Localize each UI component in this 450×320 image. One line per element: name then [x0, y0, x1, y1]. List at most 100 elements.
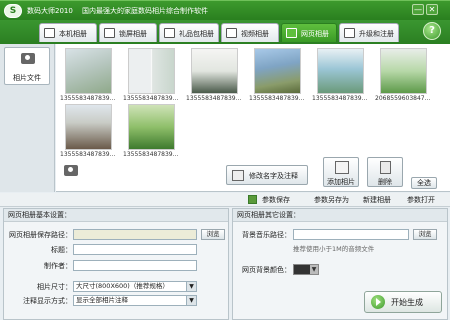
save-path-label: 网页相册保存路径： — [9, 231, 72, 239]
photo-caption: 1355583487839... — [312, 95, 368, 102]
app-title: 数码大师2010 — [27, 7, 73, 15]
save-params-button[interactable]: 参数保存 — [262, 195, 290, 205]
help-button[interactable]: ? — [423, 22, 441, 40]
author-field[interactable] — [73, 260, 197, 271]
new-album-button[interactable]: 新建相册 — [363, 195, 391, 205]
title-bar: S 数码大师2010 国内最强大的家庭数码相片综合制作软件 — ✕ — [0, 0, 450, 20]
comment-mode-label: 注释显示方式： — [23, 297, 72, 305]
app-logo-icon: S — [4, 4, 22, 18]
title-field[interactable] — [73, 244, 197, 255]
music-path-label: 背景音乐路径： — [242, 231, 291, 239]
photo-thumbnail[interactable]: 1355583487839... — [310, 46, 371, 104]
photo-gallery: 1355583487839... 1355583487839... 135558… — [56, 44, 450, 192]
play-icon — [371, 295, 385, 309]
basic-settings-panel: 网页相册基本设置： 网页相册保存路径： 浏览 标题： 制作者： 相片尺寸： 大尺… — [3, 208, 229, 320]
button-label: 删除 — [378, 178, 392, 186]
photo-image — [65, 104, 112, 150]
photo-thumbnail[interactable]: 1355583487839... — [121, 46, 182, 104]
tab-label: 礼品包相册 — [179, 30, 214, 38]
photo-caption: 1355583487839... — [249, 95, 305, 102]
edit-icon — [232, 170, 244, 181]
photo-image — [191, 48, 238, 94]
gift-icon — [164, 28, 175, 38]
panel-title: 网页相册其它设置： — [233, 209, 447, 222]
photo-image — [65, 48, 112, 94]
tab-label: 本机相册 — [59, 30, 87, 38]
camera-icon[interactable] — [64, 165, 78, 176]
save-path-field[interactable] — [73, 229, 197, 240]
film-icon — [226, 28, 237, 38]
photo-image — [380, 48, 427, 94]
edit-name-comment-button[interactable]: 修改名字及注释 — [226, 165, 308, 185]
button-label: 添加相片 — [327, 178, 355, 186]
music-hint: 推荐使用小于1M的音频文件 — [293, 245, 375, 253]
close-button[interactable]: ✕ — [426, 4, 438, 15]
web-icon — [286, 28, 297, 38]
photo-size-label: 相片尺寸： — [37, 283, 72, 291]
browse-save-path-button[interactable]: 浏览 — [201, 229, 225, 240]
camera-icon — [21, 53, 35, 64]
photo-caption: 1355583487839... — [60, 151, 116, 158]
tab-lockscreen-album[interactable]: 锁屏相册 — [99, 23, 157, 42]
select-all-button[interactable]: 全选 — [411, 177, 437, 189]
photo-caption: 1355583487839... — [186, 95, 242, 102]
tab-label: 视频相册 — [241, 30, 269, 38]
photo-thumbnail[interactable]: 1355583487839... — [58, 46, 119, 104]
photo-caption: 2068559603847... — [375, 95, 431, 102]
select-value: 大尺寸(800X600)（推荐规格） — [76, 282, 169, 290]
sidebar-item-label: 相片文件 — [13, 74, 41, 82]
start-generate-button[interactable]: 开始生成 — [364, 291, 442, 313]
photo-image — [128, 48, 175, 94]
monitor-icon — [44, 28, 55, 38]
sidebar: 相片文件 — [0, 44, 55, 192]
params-toolbar: 参数保存 参数另存为 新建相册 参数打开 — [0, 193, 450, 207]
globe-icon — [344, 28, 355, 38]
photo-thumbnail[interactable]: 1355583487839... — [247, 46, 308, 104]
save-params-as-button[interactable]: 参数另存为 — [314, 195, 349, 205]
photo-caption: 1355583487839... — [123, 95, 179, 102]
chevron-down-icon: ▼ — [310, 265, 318, 274]
photo-thumbnail[interactable]: 1355583487839... — [121, 102, 182, 160]
tab-upgrade-register[interactable]: 升级和注册 — [339, 23, 399, 42]
photo-image — [317, 48, 364, 94]
bg-color-label: 网页背景颜色： — [242, 266, 291, 274]
tab-label: 升级和注册 — [359, 30, 394, 38]
photo-thumbnail[interactable]: 1355583487839... — [184, 46, 245, 104]
browse-music-button[interactable]: 浏览 — [413, 229, 437, 240]
photo-caption: 1355583487839... — [123, 151, 179, 158]
tab-bar: 本机相册 锁屏相册 礼品包相册 视频相册 网页相册 升级和注册 ? — [0, 20, 450, 44]
tab-local-album[interactable]: 本机相册 — [39, 23, 97, 42]
photo-image — [128, 104, 175, 150]
photo-size-select[interactable]: 大尺寸(800X600)（推荐规格） ▼ — [73, 281, 197, 292]
add-photo-icon — [335, 161, 349, 174]
photo-caption: 1355583487839... — [60, 95, 116, 102]
delete-button[interactable]: 删除 — [367, 157, 403, 187]
panel-title: 网页相册基本设置： — [4, 209, 228, 222]
chevron-down-icon: ▼ — [186, 296, 196, 305]
select-value: 显示全部相片注释 — [76, 296, 128, 304]
chevron-down-icon: ▼ — [186, 282, 196, 291]
sidebar-item-photo-files[interactable]: 相片文件 — [4, 47, 50, 85]
save-icon — [248, 195, 257, 204]
tab-video-album[interactable]: 视频相册 — [221, 23, 279, 42]
add-photo-button[interactable]: 添加相片 — [323, 157, 359, 187]
app-subtitle: 国内最强大的家庭数码相片综合制作软件 — [82, 7, 208, 15]
tab-gift-album[interactable]: 礼品包相册 — [159, 23, 219, 42]
tab-web-album[interactable]: 网页相册 — [281, 23, 337, 42]
button-label: 开始生成 — [391, 298, 423, 307]
photo-thumbnail[interactable]: 2068559603847... — [373, 46, 434, 104]
lock-screen-icon — [104, 28, 115, 38]
title-label: 标题： — [51, 246, 72, 254]
minimize-button[interactable]: — — [412, 4, 424, 15]
music-path-field[interactable] — [293, 229, 409, 240]
tab-label: 网页相册 — [301, 30, 329, 38]
button-label: 修改名字及注释 — [249, 172, 298, 180]
tab-label: 锁屏相册 — [119, 30, 147, 38]
photo-thumbnail[interactable]: 1355583487839... — [58, 102, 119, 160]
bg-color-picker[interactable]: ▼ — [293, 264, 319, 275]
trash-icon — [380, 161, 391, 174]
author-label: 制作者： — [44, 262, 72, 270]
comment-mode-select[interactable]: 显示全部相片注释 ▼ — [73, 295, 197, 306]
open-params-button[interactable]: 参数打开 — [407, 195, 435, 205]
photo-image — [254, 48, 301, 94]
